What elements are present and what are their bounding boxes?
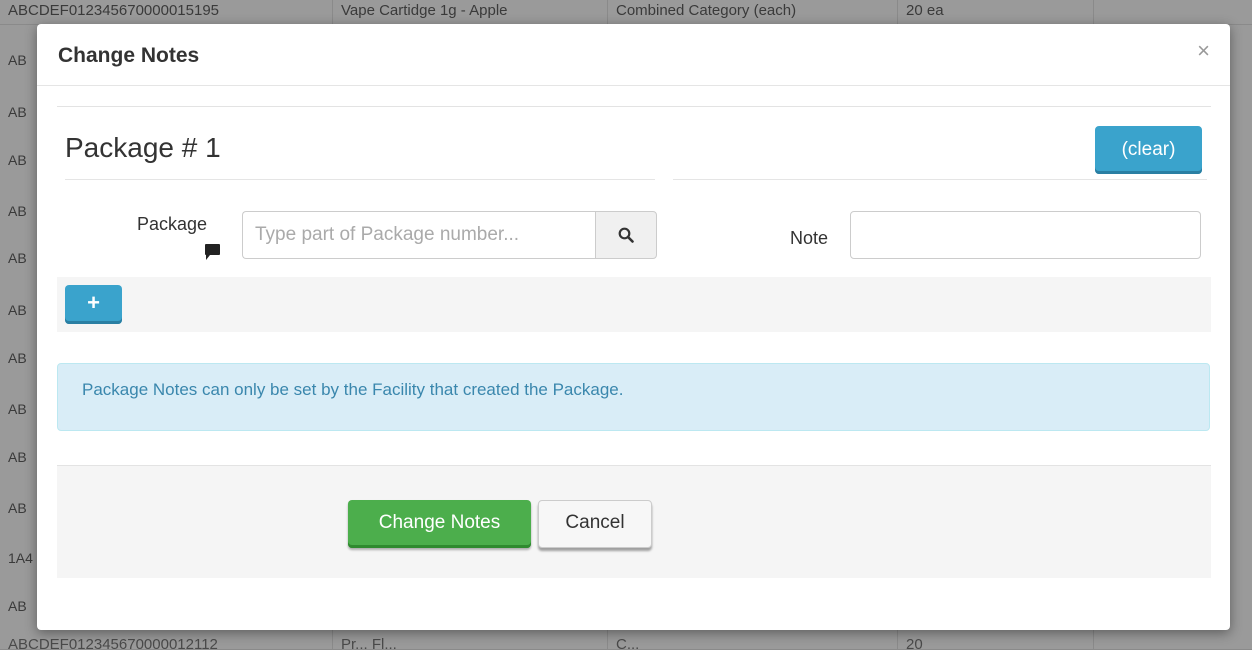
bg-left-fragment: AB — [8, 104, 27, 120]
bg-left-fragment: AB — [8, 350, 27, 366]
change-notes-modal: Change Notes × Package # 1 (clear) Packa… — [37, 24, 1230, 630]
close-icon[interactable]: × — [1197, 38, 1210, 64]
bg-left-fragment: AB — [8, 250, 27, 266]
bg-left-fragment: 1A4 — [8, 550, 33, 566]
modal-title: Change Notes — [58, 44, 200, 67]
bg-left-fragment: AB — [8, 152, 27, 168]
bg-cell-item: Vape Cartidge 1g - Apple — [333, 0, 608, 24]
bg-cell-package-id: ABCDEF012345670000015195 — [0, 0, 333, 24]
bg-left-fragment: AB — [8, 449, 27, 465]
divider — [673, 179, 1207, 180]
package-section: Package # 1 (clear) Package Note + — [57, 106, 1211, 332]
package-label: Package — [137, 214, 208, 234]
plus-icon: + — [87, 290, 100, 315]
bg-cell-category: C... — [608, 630, 898, 649]
note-input[interactable] — [850, 211, 1201, 259]
bg-left-fragment: AB — [8, 598, 27, 614]
bg-left-fragment: AB — [8, 401, 27, 417]
cancel-button[interactable]: Cancel — [538, 500, 652, 548]
bg-left-fragment: AB — [8, 500, 27, 516]
bg-cell-category: Combined Category (each) — [608, 0, 898, 24]
search-icon — [618, 227, 634, 243]
background-row-top: ABCDEF012345670000015195 Vape Cartidge 1… — [0, 0, 1252, 25]
bg-cell-quantity: 20 — [898, 630, 1094, 649]
bg-left-fragment: AB — [8, 302, 27, 318]
divider — [65, 179, 655, 180]
change-notes-button[interactable]: Change Notes — [348, 500, 531, 548]
background-row-bottom: ABCDEF012345670000012112 Pr... Fl... C..… — [0, 630, 1252, 650]
bg-cell-package-id: ABCDEF012345670000012112 — [0, 630, 333, 649]
add-package-button[interactable]: + — [65, 285, 122, 324]
clear-button[interactable]: (clear) — [1095, 126, 1202, 174]
package-heading: Package # 1 — [65, 132, 221, 163]
comment-icon — [205, 244, 220, 260]
note-label: Note — [790, 228, 829, 248]
info-alert: Package Notes can only be set by the Fac… — [57, 363, 1210, 431]
modal-header: Change Notes × — [37, 24, 1230, 86]
package-entry: Package # 1 (clear) Package Note — [57, 107, 1211, 277]
modal-footer: Change Notes Cancel — [57, 465, 1211, 578]
bg-left-fragment: AB — [8, 52, 27, 68]
bg-cell-item: Pr... Fl... — [333, 630, 608, 649]
bg-left-fragment: AB — [8, 203, 27, 219]
package-search-input[interactable] — [242, 211, 595, 259]
bg-cell-quantity: 20 ea — [898, 0, 1094, 24]
search-button[interactable] — [595, 211, 657, 259]
